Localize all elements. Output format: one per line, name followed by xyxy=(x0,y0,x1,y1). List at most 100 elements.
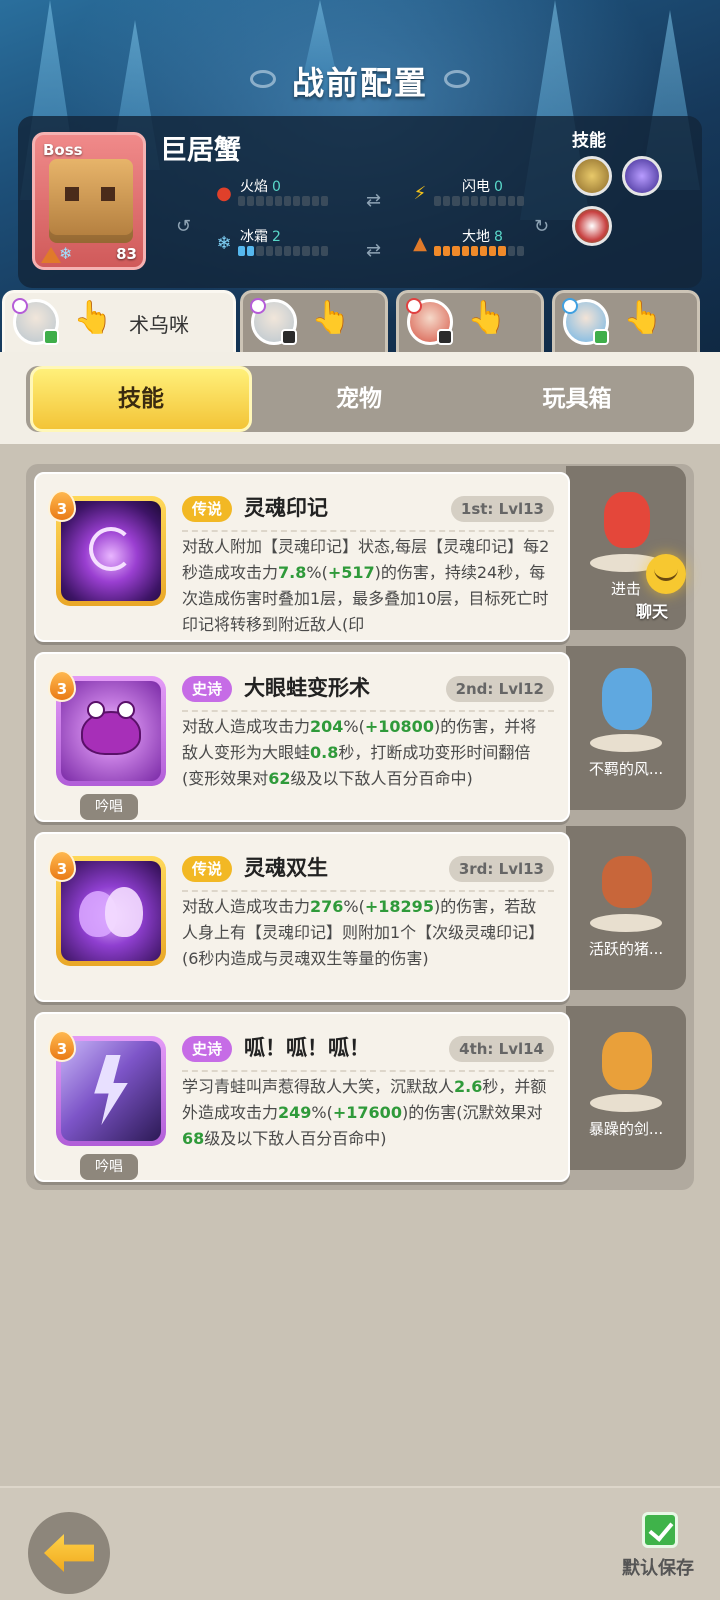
menu-tab-bar: 技能 宠物 玩具箱 xyxy=(26,366,694,432)
highlight-value: +517 xyxy=(327,563,375,582)
tab-toybox[interactable]: 玩具箱 xyxy=(466,366,688,432)
stat-bar-segment xyxy=(302,246,310,256)
quack-skill-icon xyxy=(61,1041,161,1141)
rarity-badge: 传说 xyxy=(182,856,233,882)
skill-description: 学习青蛙叫声惹得敌人大笑，沉默敌人2.6秒，并额外造成攻击力249%(+1760… xyxy=(182,1074,552,1178)
highlight-value: 204 xyxy=(310,717,344,736)
skill-card-4[interactable]: 3 吟唱 史诗 呱！呱！呱！ 4th: Lvl14 学习青蛙叫声惹得敌人大笑，沉… xyxy=(34,1012,570,1182)
stat-fire-label: 火焰 xyxy=(240,179,268,195)
skill-card-2[interactable]: 3 吟唱 史诗 大眼蛙变形术 2nd: Lvl12 对敌人造成攻击力204%(+… xyxy=(34,652,570,822)
description-text: 级及以下敌人百分百命中) xyxy=(204,1129,387,1148)
boss-skill-icon[interactable] xyxy=(572,156,612,196)
highlight-value: 276 xyxy=(310,897,344,916)
hero-avatar xyxy=(406,298,453,345)
stat-bar-segment xyxy=(302,196,310,206)
menu-strip: 技能 宠物 玩具箱 xyxy=(0,352,720,444)
stat-bar-segment xyxy=(470,196,479,206)
pet-slot-3[interactable]: 活跃的猪... xyxy=(566,826,686,990)
boss-tag: Boss xyxy=(43,141,83,159)
pet-slot-2[interactable]: 不羁的风... xyxy=(566,646,686,810)
skill-order-badge: 4th: Lvl14 xyxy=(449,1036,554,1062)
chant-tag: 吟唱 xyxy=(80,794,138,820)
stat-bar-segment xyxy=(284,196,292,206)
default-save-label: 默认保存 xyxy=(622,1558,694,1579)
skill-name: 灵魂双生 xyxy=(244,856,328,880)
soul-mark-skill-icon xyxy=(61,501,161,601)
skill-order-badge: 2nd: Lvl12 xyxy=(445,676,554,702)
skill-level-badge: 3 xyxy=(48,670,76,702)
stat-bar-segment xyxy=(247,196,255,206)
hero-tab-2[interactable]: 👆 xyxy=(240,290,388,352)
description-text: %( xyxy=(343,897,365,916)
skill-order-badge: 1st: Lvl13 xyxy=(450,496,554,522)
highlight-value: 68 xyxy=(182,1129,205,1148)
stat-bar-segment xyxy=(293,246,301,256)
stat-bar-segment xyxy=(452,196,460,206)
stat-bar-segment xyxy=(293,196,301,206)
stat-bar-segment xyxy=(265,196,273,206)
hero-tab-4[interactable]: 👆 xyxy=(552,290,700,352)
highlight-value: 0.8 xyxy=(310,743,339,762)
description-text: %( xyxy=(311,1103,333,1122)
tiger-pet-icon xyxy=(602,1032,652,1090)
tab-pets[interactable]: 宠物 xyxy=(248,366,470,432)
stat-lightning: ⚡ 闪电 0 xyxy=(410,176,540,206)
skill-level-badge: 3 xyxy=(48,1030,76,1062)
description-text: 对敌人造成攻击力 xyxy=(182,717,311,736)
stat-bar-segment xyxy=(516,246,525,256)
skill-card-3[interactable]: 3 传说 灵魂双生 3rd: Lvl13 对敌人造成攻击力276%(+18295… xyxy=(34,832,570,1002)
stat-bar-segment xyxy=(434,196,442,206)
skill-name: 呱！呱！呱！ xyxy=(244,1036,370,1060)
highlight-value: 249 xyxy=(278,1103,312,1122)
back-button[interactable] xyxy=(28,1512,110,1594)
lightning-icon: ⚡ xyxy=(413,183,427,204)
bottom-bar: 默认保存 xyxy=(0,1486,720,1600)
hero-avatar xyxy=(250,298,297,345)
stat-bar-segment xyxy=(256,246,264,256)
pointing-hand-icon: 👆 xyxy=(73,298,113,336)
description-text: %( xyxy=(343,717,365,736)
stat-bar-segment xyxy=(274,196,283,206)
pet-name: 不羁的风... xyxy=(588,760,664,778)
pointing-hand-icon: 👆 xyxy=(467,298,507,336)
stat-bar-segment xyxy=(498,246,506,256)
stat-bar-segment xyxy=(480,246,488,256)
skill-card-1[interactable]: 3 传说 灵魂印记 1st: Lvl13 对敌人附加【灵魂印记】状态,每层【灵魂… xyxy=(34,472,570,642)
hero-tab-3[interactable]: 👆 xyxy=(396,290,544,352)
chat-label[interactable]: 聊天 xyxy=(636,598,668,622)
highlight-value: 62 xyxy=(268,769,291,788)
hero-avatar xyxy=(12,298,59,345)
default-save-checkbox[interactable] xyxy=(642,1512,678,1548)
hero-tab-1[interactable]: 👆 术乌咪 xyxy=(2,290,236,352)
stat-bar-segment xyxy=(443,246,451,256)
frog-transform-skill-icon xyxy=(61,681,161,781)
stat-earth-bar xyxy=(434,246,525,256)
pet-name: 活跃的猪... xyxy=(588,940,664,958)
stat-lightning-label: 闪电 xyxy=(462,179,490,195)
skill-description: 对敌人附加【灵魂印记】状态,每层【灵魂印记】每2秒造成攻击力7.8%(+517)… xyxy=(182,534,552,638)
stat-fire-bar xyxy=(238,196,329,206)
stat-fire: ● 火焰 0 xyxy=(214,176,344,206)
swap-arrow-icon: ↻ xyxy=(534,216,550,237)
red-dragon-pet-icon xyxy=(604,492,650,548)
stat-earth: ▲ 大地 8 xyxy=(410,226,540,256)
stat-frost-label: 冰霜 xyxy=(240,229,268,245)
hero-avatar xyxy=(562,298,609,345)
pet-slot-4[interactable]: 暴躁的剑... xyxy=(566,1006,686,1170)
description-text: %( xyxy=(306,563,328,582)
stat-bar-segment xyxy=(489,246,497,256)
skill-order-badge: 3rd: Lvl13 xyxy=(448,856,554,882)
frost-element-icon: ❄ xyxy=(59,244,73,263)
tab-skills[interactable]: 技能 xyxy=(30,366,252,432)
boss-card[interactable]: Boss ❄ 83 xyxy=(32,132,146,270)
boss-skill-icon[interactable] xyxy=(572,206,612,246)
chat-bubble-icon[interactable] xyxy=(646,554,686,594)
stat-frost: ❄ 冰霜 2 xyxy=(214,226,344,256)
stat-earth-label: 大地 xyxy=(462,229,490,245)
stat-bar-segment xyxy=(265,246,273,256)
stat-bar-segment xyxy=(461,196,469,206)
boss-skill-icon[interactable] xyxy=(622,156,662,196)
stat-bar-segment xyxy=(452,246,460,256)
stat-bar-segment xyxy=(284,246,292,256)
stat-earth-value: 8 xyxy=(494,229,503,245)
